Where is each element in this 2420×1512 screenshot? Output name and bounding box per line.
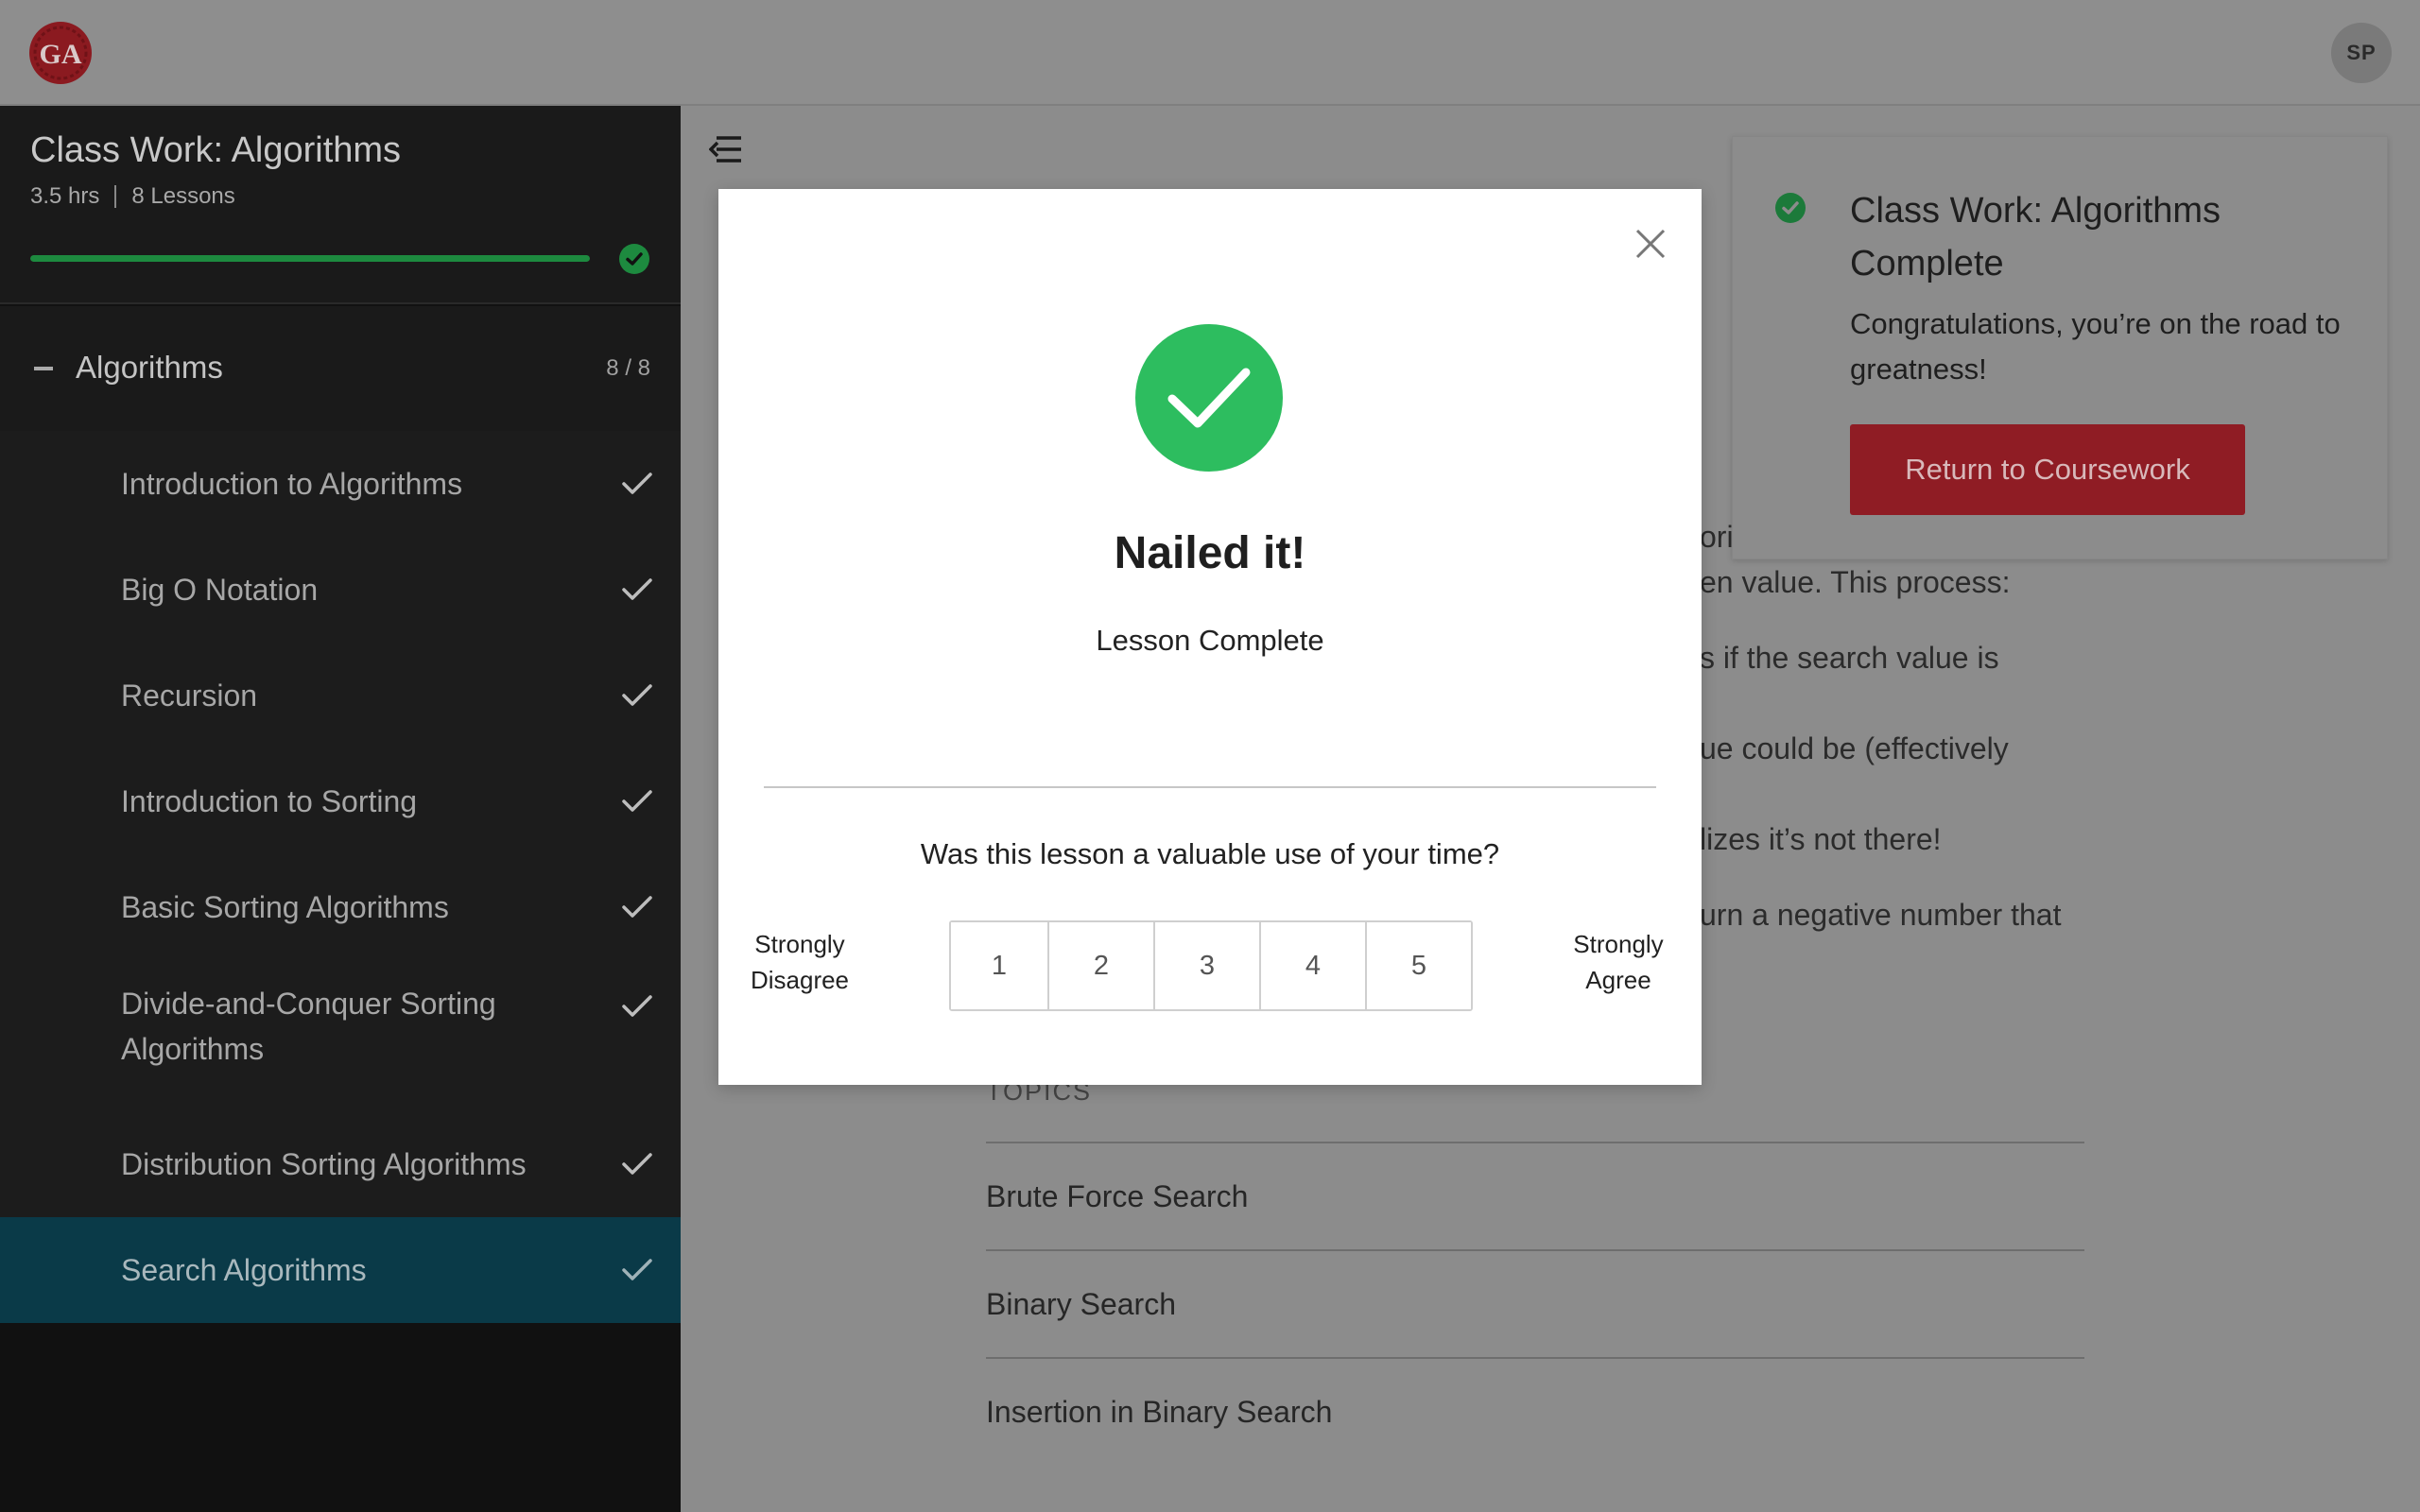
rating-button-4[interactable]: 4: [1261, 922, 1367, 1009]
lesson-label: Big O Notation: [121, 573, 319, 607]
course-sidebar: Class Work: Algorithms 3.5 hrs 8 Lessons…: [0, 106, 681, 1512]
lesson-label: Distribution Sorting Algorithms: [121, 1147, 527, 1181]
sidebar-item-recursion[interactable]: Recursion: [0, 643, 681, 748]
content-text-fragment: en value. This process:: [1700, 565, 2011, 599]
lesson-label: Introduction to Algorithms: [121, 467, 463, 501]
course-complete-check-icon: [619, 244, 649, 274]
content-text-fragment: s if the search value is: [1700, 641, 1999, 675]
card-message: Congratulations, you’re on the road to g…: [1850, 307, 2341, 386]
sidebar-item-big-o-notation[interactable]: Big O Notation: [0, 537, 681, 643]
checkmark-icon: [622, 1153, 652, 1175]
scale-label-high: Strongly Agree: [1573, 930, 1664, 994]
lesson-list: Introduction to Algorithms Big O Notatio…: [0, 431, 681, 1323]
meta-separator: [114, 185, 117, 208]
checkmark-icon: [622, 684, 652, 706]
sidebar-item-basic-sorting-algorithms[interactable]: Basic Sorting Algorithms: [0, 854, 681, 960]
rating-button-3[interactable]: 3: [1155, 922, 1261, 1009]
checkmark-icon: [622, 472, 652, 494]
user-avatar[interactable]: SP: [2331, 23, 2392, 83]
check-circle-icon: [1775, 193, 1806, 223]
lesson-label: Introduction to Sorting: [121, 784, 418, 818]
topic-label: Insertion in Binary Search: [986, 1394, 1333, 1429]
section-title: Algorithms: [76, 350, 223, 385]
scale-label-low: Strongly Disagree: [750, 930, 850, 994]
rating-button-1[interactable]: 1: [951, 922, 1049, 1009]
rating-scale: 1 2 3 4 5: [949, 920, 1473, 1011]
survey-question: Was this lesson a valuable use of your t…: [920, 837, 1500, 870]
lesson-label: Search Algorithms: [121, 1253, 367, 1287]
checkmark-icon: [622, 995, 652, 1017]
section-progress-count: 8 / 8: [606, 355, 650, 381]
lesson-label: Basic Sorting Algorithms: [121, 890, 449, 924]
content-text-fragment: lizes it’s not there!: [1700, 822, 1942, 856]
lesson-label: Divide-and-Conquer Sorting Algorithms: [121, 987, 496, 1066]
checkmark-icon: [622, 790, 652, 812]
modal-title: Nailed it!: [1114, 528, 1306, 578]
card-title: Class Work: Algorithms Complete: [1850, 191, 2221, 284]
content-text-fragment: urn a negative number that: [1700, 898, 2062, 932]
return-to-coursework-button[interactable]: Return to Coursework: [1850, 424, 2245, 515]
sidebar-item-introduction-to-sorting[interactable]: Introduction to Sorting: [0, 748, 681, 854]
section-header-algorithms[interactable]: Algorithms 8 / 8: [0, 306, 681, 431]
sidebar-item-search-algorithms[interactable]: Search Algorithms: [0, 1217, 681, 1323]
course-progress-bar: [30, 255, 590, 262]
course-duration: 3.5 hrs: [30, 183, 100, 209]
collapse-sidebar-icon[interactable]: [709, 134, 743, 164]
modal-subtitle: Lesson Complete: [1096, 624, 1324, 657]
checkmark-icon: [622, 1259, 652, 1280]
topic-link-brute-force-search[interactable]: Brute Force Search: [986, 1142, 2084, 1249]
checkmark-icon: [622, 896, 652, 918]
topic-label: Binary Search: [986, 1286, 1176, 1321]
topic-link-binary-search[interactable]: Binary Search: [986, 1249, 2084, 1357]
sidebar-item-introduction-to-algorithms[interactable]: Introduction to Algorithms: [0, 431, 681, 537]
close-icon[interactable]: [1632, 225, 1669, 263]
lesson-complete-modal: Nailed it! Lesson Complete Was this less…: [718, 189, 1702, 1085]
top-header: GA SP: [0, 0, 2420, 106]
course-header: Class Work: Algorithms 3.5 hrs 8 Lessons: [0, 106, 681, 304]
success-check-icon: [1135, 324, 1283, 472]
topic-label: Brute Force Search: [986, 1178, 1249, 1213]
sidebar-item-divide-and-conquer-sorting[interactable]: Divide-and-Conquer Sorting Algorithms: [0, 960, 681, 1111]
topic-link-insertion-in-binary-search[interactable]: Insertion in Binary Search: [986, 1357, 2084, 1465]
collapse-minus-icon[interactable]: [34, 367, 53, 370]
checkmark-icon: [622, 578, 652, 600]
rating-button-2[interactable]: 2: [1049, 922, 1155, 1009]
ga-logo[interactable]: GA: [28, 21, 93, 85]
content-text-fragment: ue could be (effectively: [1700, 731, 2009, 765]
course-progress-fill: [30, 255, 590, 262]
content-text-fragment: ori: [1700, 520, 1734, 554]
modal-divider: [764, 786, 1656, 788]
course-meta: 3.5 hrs 8 Lessons: [30, 183, 235, 210]
svg-text:GA: GA: [40, 39, 82, 70]
course-complete-card: Class Work: Algorithms Complete Congratu…: [1732, 136, 2388, 559]
sidebar-item-distribution-sorting-algorithms[interactable]: Distribution Sorting Algorithms: [0, 1111, 681, 1217]
course-lesson-count: 8 Lessons: [131, 183, 235, 209]
lesson-label: Recursion: [121, 679, 258, 713]
course-title: Class Work: Algorithms: [30, 130, 402, 170]
rating-button-5[interactable]: 5: [1367, 922, 1471, 1009]
